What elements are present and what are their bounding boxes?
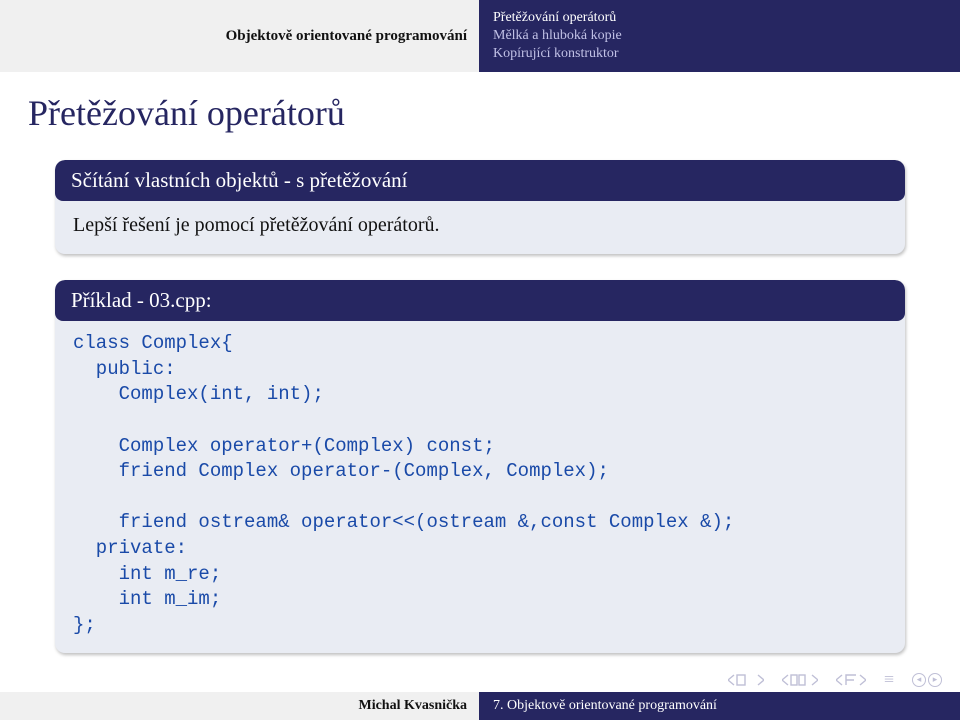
section-link-0[interactable]: Přetěžování operátorů (493, 10, 960, 26)
header-left-label: Objektově orientované programování (226, 28, 467, 45)
block-summary-head: Sčítání vlastních objektů - s přetěžován… (55, 160, 905, 201)
page-title: Přetěžování operátorů (28, 92, 345, 134)
block-example: Příklad - 03.cpp: class Complex{ public:… (55, 280, 905, 653)
beamer-nav-symbols: ≡ ◂▸ (728, 669, 942, 690)
section-link-1[interactable]: Mělká a hluboká kopie (493, 28, 960, 44)
nav-appendix-icon[interactable]: ≡ (884, 669, 894, 690)
section-link-2[interactable]: Kopírující konstruktor (493, 46, 960, 62)
block-summary: Sčítání vlastních objektů - s přetěžován… (55, 160, 905, 254)
footer-talk: 7. Objektově orientované programování (479, 692, 960, 720)
nav-prev-section-icon[interactable] (836, 673, 866, 687)
slide-header: Objektově orientované programování Přetě… (0, 0, 960, 72)
block-summary-body: Lepší řešení je pomocí přetěžování operá… (55, 201, 905, 254)
nav-prev-frame-icon[interactable] (782, 673, 818, 687)
header-right: Přetěžování operátorů Mělká a hluboká ko… (479, 0, 960, 72)
block-example-code: class Complex{ public: Complex(int, int)… (55, 321, 905, 653)
block-example-head: Příklad - 03.cpp: (55, 280, 905, 321)
slide-footer: Michal Kvasnička 7. Objektově orientovan… (0, 692, 960, 720)
header-left: Objektově orientované programování (0, 0, 479, 72)
nav-back-forward-icon[interactable]: ◂▸ (912, 673, 942, 687)
footer-author: Michal Kvasnička (0, 692, 479, 720)
content-blocks: Sčítání vlastních objektů - s přetěžován… (55, 160, 905, 679)
nav-prev-slide-icon[interactable] (728, 673, 764, 687)
